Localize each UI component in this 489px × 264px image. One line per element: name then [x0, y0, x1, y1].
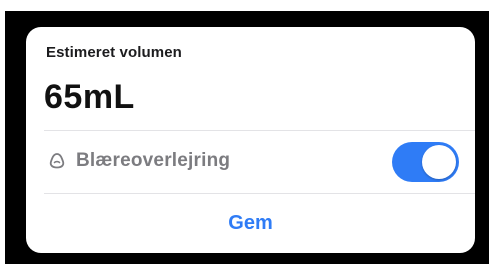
bladder-overlay-row: Blæreoverlejring	[44, 131, 459, 193]
volume-estimate-card: Estimeret volumen 65mL Blæreoverlejring …	[26, 27, 475, 253]
bladder-overlay-label: Blæreoverlejring	[76, 150, 231, 171]
toggle-knob	[422, 145, 456, 179]
estimated-volume-label: Estimeret volumen	[46, 44, 182, 61]
bladder-overlay-toggle[interactable]	[392, 142, 459, 182]
save-button[interactable]: Gem	[26, 194, 475, 253]
bladder-icon	[48, 152, 66, 170]
estimated-volume-value: 65mL	[44, 78, 135, 116]
